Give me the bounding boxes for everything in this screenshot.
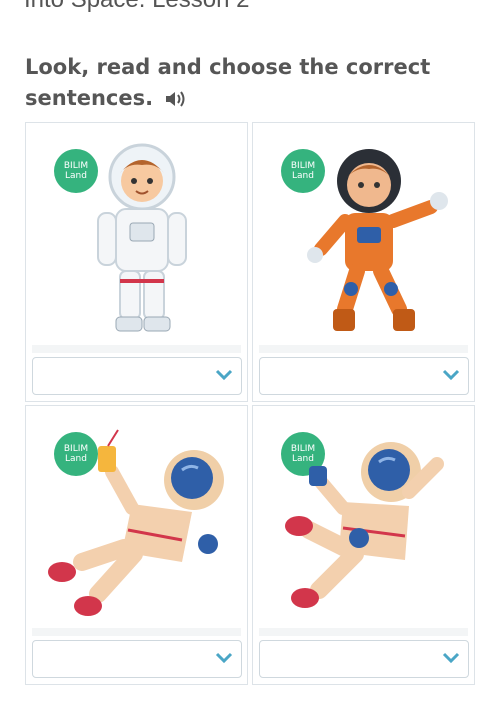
astronaut-illustration (48, 429, 224, 616)
exercise-card-3: BILIM Land (25, 405, 248, 685)
instruction-text: Look, read and choose the correct senten… (25, 55, 431, 110)
speaker-icon[interactable] (164, 86, 186, 117)
card-image: BILIM Land (32, 412, 241, 636)
chevron-down-icon (442, 652, 460, 664)
card-image: BILIM Land (32, 129, 241, 353)
card-image: BILIM Land (259, 129, 468, 353)
astronaut-illustration (285, 442, 444, 608)
page-header: Into Space. Lesson 2 (24, 0, 250, 14)
astronaut-illustration (97, 143, 187, 332)
astronaut-illustration (307, 149, 448, 331)
sentence-select-4[interactable] (259, 640, 469, 678)
exercise-card-4: BILIM Land (252, 405, 475, 685)
chevron-down-icon (215, 369, 233, 381)
chevron-down-icon (442, 369, 460, 381)
exercise-card-2: BILIM Land (252, 122, 475, 402)
chevron-down-icon (215, 652, 233, 664)
sentence-select-1[interactable] (32, 357, 242, 395)
card-image: BILIM Land (259, 412, 468, 636)
sentence-select-2[interactable] (259, 357, 469, 395)
sentence-select-3[interactable] (32, 640, 242, 678)
exercise-card-1: BILIM Land (25, 122, 248, 402)
instruction: Look, read and choose the correct senten… (25, 52, 465, 117)
